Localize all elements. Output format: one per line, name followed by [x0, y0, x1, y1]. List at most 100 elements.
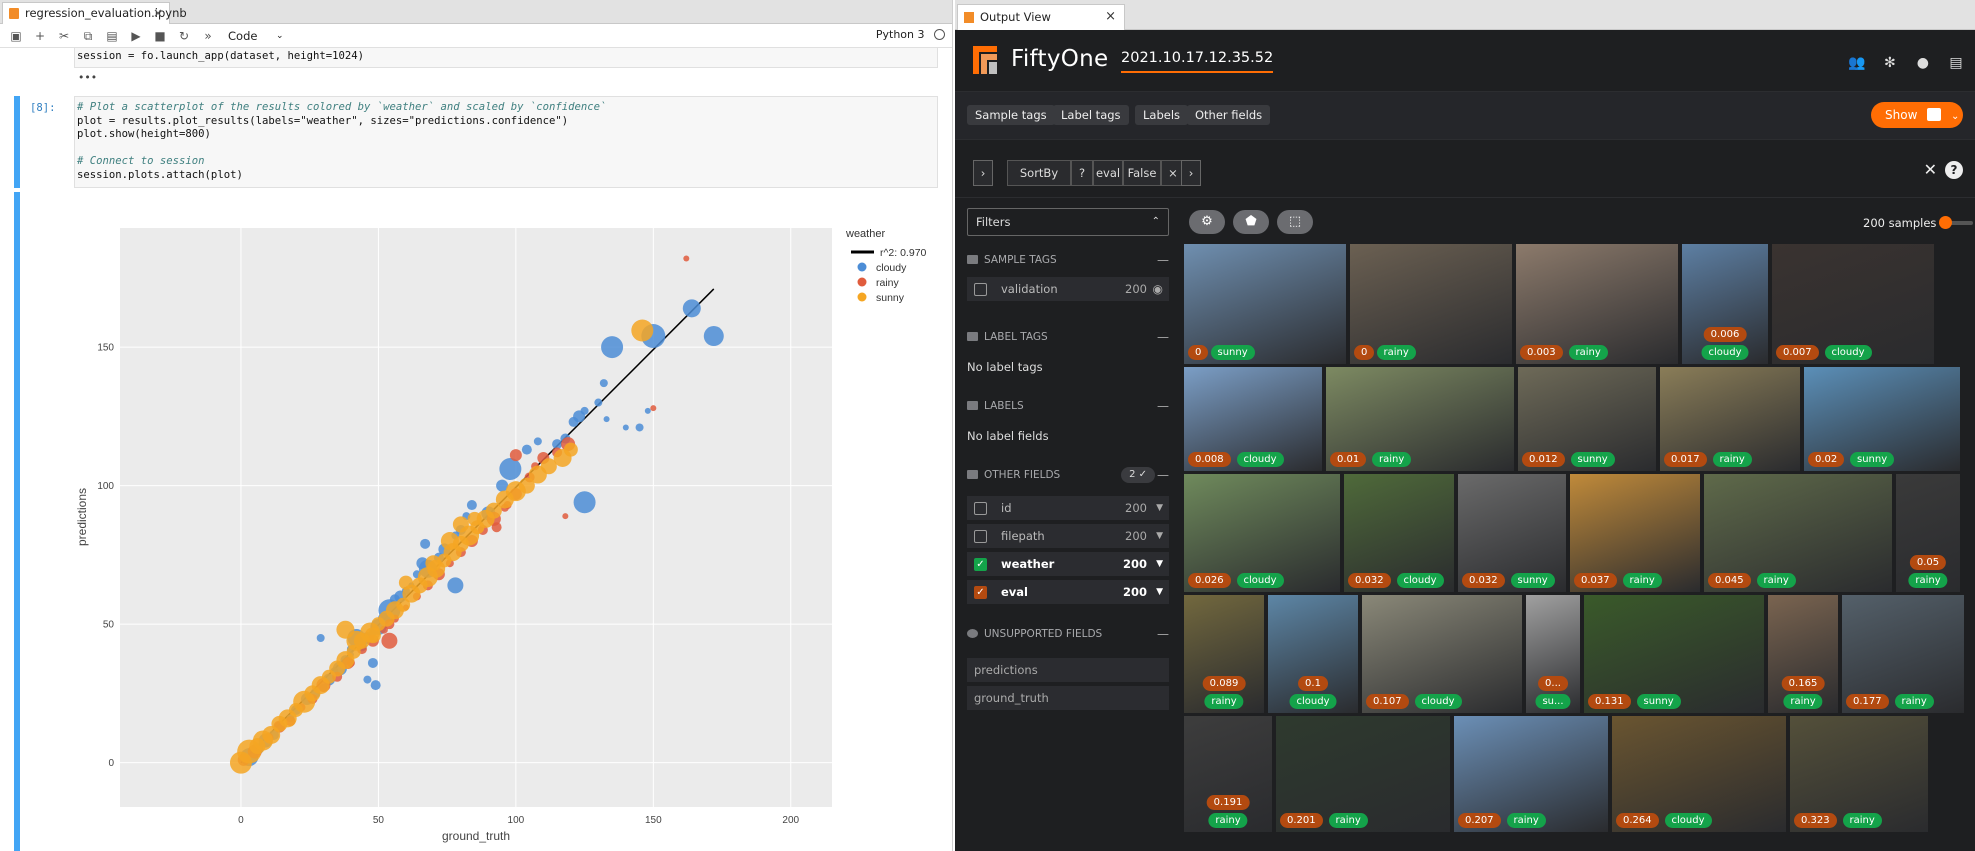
collapse-icon[interactable]: —	[1157, 327, 1169, 347]
chevron-down-icon[interactable]: ▼	[1156, 580, 1163, 604]
sample-tile[interactable]: 0.1 cloudy	[1267, 594, 1359, 714]
sample-tile[interactable]: 0.007 cloudy	[1771, 243, 1935, 365]
stop-icon[interactable]: ■	[152, 28, 168, 44]
selected-count-badge[interactable]: 2 ✓	[1121, 467, 1155, 483]
view-bar-next-arrow[interactable]: ›	[1181, 160, 1201, 186]
labels-pill[interactable]: Labels	[1135, 105, 1189, 125]
other-fields-pill[interactable]: Other fields	[1187, 105, 1271, 125]
output-view-tab[interactable]: Output View ×	[957, 4, 1125, 30]
data-point-cloudy[interactable]	[363, 675, 372, 684]
restart-icon[interactable]: ↻	[176, 28, 192, 44]
data-point-rainy[interactable]	[650, 405, 657, 412]
cut-icon[interactable]: ✂	[56, 28, 72, 44]
data-point-cloudy[interactable]	[420, 538, 431, 549]
data-point-sunny[interactable]	[425, 555, 442, 572]
run-icon[interactable]: ▶	[128, 28, 144, 44]
other-fields-header[interactable]: OTHER FIELDS 2 ✓ —	[967, 465, 1173, 485]
save-icon[interactable]: ▣	[8, 28, 24, 44]
sample-tile[interactable]: 0.165 rainy	[1767, 594, 1839, 714]
data-point-cloudy[interactable]	[580, 406, 589, 415]
data-point-sunny[interactable]	[563, 442, 578, 457]
run-all-icon[interactable]: »	[200, 28, 216, 44]
collapse-icon[interactable]: —	[1157, 250, 1169, 270]
sample-tile[interactable]: 0.177 rainy	[1841, 594, 1965, 714]
legend-sunny-label[interactable]: sunny	[876, 292, 905, 304]
legend-cloudy-label[interactable]: cloudy	[876, 262, 907, 274]
data-point-sunny[interactable]	[452, 516, 469, 533]
previous-cell-input[interactable]: session = fo.launch_app(dataset, height=…	[74, 48, 938, 68]
data-point-cloudy[interactable]	[703, 326, 724, 347]
notebook-tab[interactable]: regression_evaluation.ipynb ×	[2, 2, 187, 24]
checkbox[interactable]	[974, 502, 987, 515]
data-point-rainy[interactable]	[683, 255, 690, 262]
view-bar[interactable]: › SortBy ? eval False × › ✕ ?	[955, 140, 1975, 198]
data-point-cloudy[interactable]	[316, 634, 325, 643]
filters-select[interactable]: Filters ⌃	[967, 208, 1169, 236]
sample-tile[interactable]: 0.032 sunny	[1457, 473, 1567, 593]
help-icon[interactable]: ?	[1071, 160, 1093, 186]
field-row-filepath[interactable]: filepath 200 ▼	[967, 524, 1169, 548]
data-point-sunny[interactable]	[440, 532, 459, 551]
grid-zoom-slider[interactable]	[1939, 216, 1973, 229]
kernel-status[interactable]: Python 3	[876, 28, 945, 41]
show-button[interactable]: Show ⌄	[1871, 102, 1963, 128]
sample-tile[interactable]: 0 sunny	[1183, 243, 1347, 365]
collapse-icon[interactable]: —	[1157, 624, 1169, 644]
label-tags-header[interactable]: LABEL TAGS —	[967, 327, 1173, 347]
sample-tags-pill[interactable]: Sample tags	[967, 105, 1055, 125]
sample-tile[interactable]: 0.037 rainy	[1569, 473, 1701, 593]
data-point-cloudy[interactable]	[594, 398, 603, 407]
data-point-cloudy[interactable]	[599, 379, 608, 388]
view-stage-name[interactable]: SortBy	[1007, 160, 1071, 186]
legend-rainy-label[interactable]: rainy	[876, 277, 900, 289]
checkbox-checked[interactable]: ✓	[974, 586, 987, 599]
sample-tile[interactable]: 0.032 cloudy	[1343, 473, 1455, 593]
eye-icon[interactable]: ◉	[1153, 277, 1163, 301]
sample-tile[interactable]: 0.107 cloudy	[1361, 594, 1523, 714]
sample-tag-row[interactable]: validation 200 ◉	[967, 277, 1169, 301]
data-point-cloudy[interactable]	[573, 491, 596, 514]
sample-tile[interactable]: 0.017 rainy	[1659, 366, 1801, 472]
sample-tile[interactable]: 0.264 cloudy	[1611, 715, 1787, 833]
field-row-eval[interactable]: ✓ eval 200 ▼	[967, 580, 1169, 604]
data-point-sunny[interactable]	[364, 627, 381, 644]
field-row-weather[interactable]: ✓ weather 200 ▼	[967, 552, 1169, 576]
slider-knob[interactable]	[1939, 216, 1952, 229]
view-stage-field[interactable]: eval	[1093, 160, 1123, 186]
data-point-cloudy[interactable]	[499, 458, 522, 481]
settings-icon[interactable]: ⚙	[1189, 210, 1225, 234]
output-selection-bar[interactable]	[14, 192, 20, 851]
data-point-rainy[interactable]	[509, 449, 522, 462]
sample-tile[interactable]: 0.026 cloudy	[1183, 473, 1341, 593]
clear-view-icon[interactable]: ✕	[1924, 160, 1937, 179]
collapse-icon[interactable]: —	[1157, 465, 1169, 485]
data-point-cloudy[interactable]	[601, 336, 624, 359]
scatter-plot[interactable]: 0 50 100 150 200 0 50 100 150 ground_truth predi…	[74, 225, 940, 851]
sample-tile[interactable]: 0.131 sunny	[1583, 594, 1765, 714]
team-icon[interactable]: 👥	[1848, 55, 1866, 71]
data-point-cloudy[interactable]	[682, 299, 701, 318]
data-point-rainy[interactable]	[381, 632, 398, 649]
cell-selection-bar[interactable]	[14, 96, 20, 188]
checkbox-checked[interactable]: ✓	[974, 558, 987, 571]
docs-icon[interactable]: ▤	[1947, 55, 1965, 71]
field-row-id[interactable]: id 200 ▼	[967, 496, 1169, 520]
scatter-plot-svg[interactable]: 0 50 100 150 200 0 50 100 150 ground_truth predi…	[74, 225, 940, 851]
data-point-sunny[interactable]	[346, 630, 367, 651]
data-point-rainy[interactable]	[562, 513, 569, 520]
data-point-cloudy[interactable]	[533, 437, 542, 446]
sample-tile[interactable]: 0.01 rainy	[1325, 366, 1515, 472]
data-point-cloudy[interactable]	[521, 444, 532, 455]
sample-tile[interactable]: 0.008 cloudy	[1183, 366, 1323, 472]
cell-input[interactable]: # Plot a scatterplot of the results colo…	[74, 96, 938, 188]
sample-tile[interactable]: 0.045 rainy	[1703, 473, 1893, 593]
data-point-cloudy[interactable]	[367, 657, 378, 668]
data-point-cloudy[interactable]	[603, 416, 610, 423]
data-point-cloudy[interactable]	[466, 500, 477, 511]
sample-tile[interactable]: 0.003 rainy	[1515, 243, 1679, 365]
dataset-selector[interactable]: 2021.10.17.12.35.52	[1121, 50, 1274, 73]
collapse-icon[interactable]: —	[1157, 396, 1169, 416]
copy-icon[interactable]: ⧉	[80, 28, 96, 44]
data-point-sunny[interactable]	[631, 319, 654, 342]
unsupported-fields-header[interactable]: UNSUPPORTED FIELDS —	[967, 624, 1173, 644]
